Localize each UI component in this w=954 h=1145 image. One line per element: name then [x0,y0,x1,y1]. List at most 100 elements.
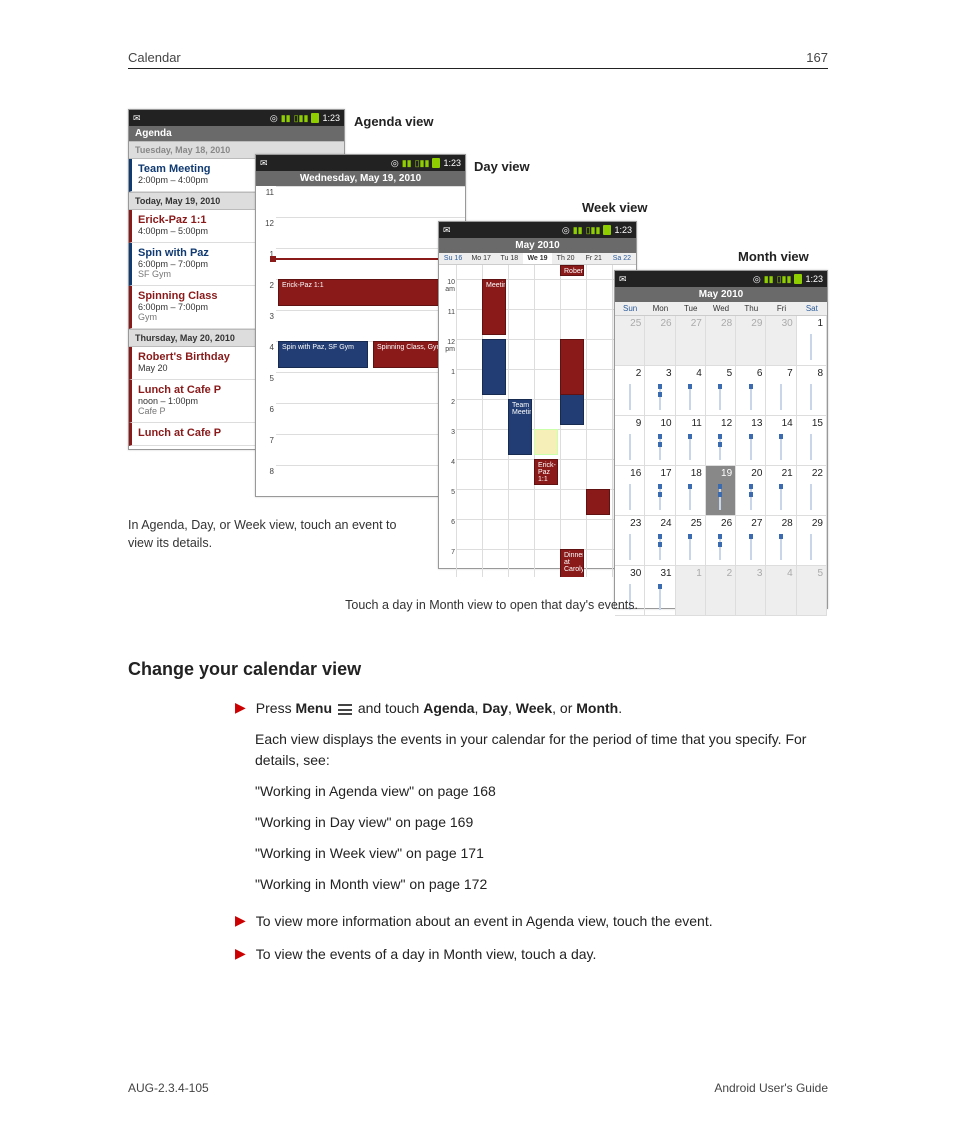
hour-label: 11 [256,188,274,197]
instruction-touch-event: To view more information about an event … [256,911,713,932]
month-cell[interactable]: 7 [766,366,796,416]
hour-label: 3 [256,312,274,321]
mail-icon: ✉ [619,274,627,285]
month-cell[interactable]: 20 [736,466,766,516]
month-day-headers: SunMonTueWedThuFriSat [615,302,827,316]
month-cell[interactable]: 16 [615,466,645,516]
month-cell[interactable]: 14 [766,416,796,466]
bars-icon: ▯▮▮ [777,274,792,285]
month-day-head: Tue [676,302,706,315]
agenda-title: Agenda [129,126,344,141]
bullet-arrow-icon: ▶ [235,911,246,932]
day-event-block[interactable]: Erick-Paz 1:1 [278,279,461,306]
month-cell[interactable]: 28 [766,516,796,566]
hour-label: 11 [439,309,455,316]
month-cell[interactable]: 1 [797,316,827,366]
month-cell: 25 [615,316,645,366]
hour-label: 8 [256,467,274,476]
month-cell[interactable]: 15 [797,416,827,466]
month-cell[interactable]: 10 [645,416,675,466]
footer-doc-title: Android User's Guide [714,1081,828,1095]
month-cell: 28 [706,316,736,366]
link-day: "Working in Day view" on page 169 [255,812,828,833]
section-heading: Change your calendar view [128,659,828,680]
footer-doc-id: AUG-2.3.4-105 [128,1081,209,1095]
hour-label: 5 [439,489,455,496]
hour-label: 3 [439,429,455,436]
week-event-block[interactable]: Team Meeting [508,399,532,455]
week-event-block[interactable] [534,429,558,455]
month-cell[interactable]: 11 [676,416,706,466]
month-cell[interactable]: 3 [645,366,675,416]
mail-icon: ✉ [443,225,451,236]
week-event-block[interactable]: Dinner at Caroly [560,549,584,577]
month-day-head: Wed [706,302,736,315]
hour-label: 12 pm [439,339,455,353]
month-cell: 2 [706,566,736,616]
month-day-head: Sat [797,302,827,315]
month-cell[interactable]: 2 [615,366,645,416]
caption-agenda-day-week: In Agenda, Day, or Week view, touch an e… [128,517,403,552]
link-agenda: "Working in Agenda view" on page 168 [255,781,828,802]
link-week: "Working in Week view" on page 171 [255,843,828,864]
month-cell[interactable]: 17 [645,466,675,516]
month-cell[interactable]: 6 [736,366,766,416]
hour-label: 4 [439,459,455,466]
instruction-touch-day: To view the events of a day in Month vie… [256,944,597,965]
day-event-block[interactable]: Spin with Paz, SF Gym [278,341,368,368]
month-cell: 3 [736,566,766,616]
month-cell[interactable]: 19 [706,466,736,516]
week-allday-event[interactable]: Robert [560,265,584,276]
month-title: May 2010 [615,287,827,302]
status-time: 1:23 [443,158,461,168]
statusbar: ✉ ◎ ▮▮ ▯▮▮ 1:23 [615,271,827,287]
page-footer: AUG-2.3.4-105 Android User's Guide [128,1081,828,1095]
month-cell[interactable]: 12 [706,416,736,466]
link-month: "Working in Month view" on page 172 [255,874,828,895]
statusbar: ✉ ◎ ▮▮ ▯▮▮ 1:23 [439,222,636,238]
label-agenda-view: Agenda view [354,114,433,129]
month-cell[interactable]: 27 [736,516,766,566]
month-cell[interactable]: 13 [736,416,766,466]
gps-icon: ◎ [391,158,399,169]
month-cell[interactable]: 4 [676,366,706,416]
month-cell: 26 [645,316,675,366]
hour-label: 6 [256,405,274,414]
caption-month: Touch a day in Month view to open that d… [278,598,638,612]
gps-icon: ◎ [753,274,761,285]
month-cell[interactable]: 21 [766,466,796,516]
hour-label: 6 [439,519,455,526]
month-cell[interactable]: 29 [797,516,827,566]
bars-icon: ▯▮▮ [294,113,309,124]
week-event-block[interactable] [560,339,584,395]
month-cell[interactable]: 26 [706,516,736,566]
week-event-block[interactable]: Meeting [482,279,506,335]
month-cell: 30 [766,316,796,366]
instruction-paragraph: Each view displays the events in your ca… [255,729,828,771]
month-cell[interactable]: 25 [676,516,706,566]
month-cell[interactable]: 5 [706,366,736,416]
week-event-block[interactable] [482,339,506,395]
month-cell[interactable]: 18 [676,466,706,516]
month-cell[interactable]: 22 [797,466,827,516]
week-screenshot: ✉ ◎ ▮▮ ▯▮▮ 1:23 May 2010 Su 16Mo 17Tu 18… [438,221,637,569]
month-cell[interactable]: 24 [645,516,675,566]
week-title: May 2010 [439,238,636,253]
week-event-block[interactable] [586,489,610,515]
week-event-block[interactable]: Erick-Paz 1:1 [534,459,558,485]
bars-icon: ▯▮▮ [415,158,430,169]
week-day-head: Sa 22 [608,253,636,264]
status-time: 1:23 [805,274,823,284]
month-cell[interactable]: 23 [615,516,645,566]
month-day-head: Mon [645,302,675,315]
statusbar: ✉ ◎ ▮▮ ▯▮▮ 1:23 [129,110,344,126]
month-day-head: Fri [766,302,796,315]
signal-icon: ▮▮ [764,274,774,285]
month-cell[interactable]: 9 [615,416,645,466]
battery-icon [603,225,611,235]
week-day-head: Fr 21 [580,253,608,264]
month-cell[interactable]: 31 [645,566,675,616]
mail-icon: ✉ [260,158,268,169]
month-cell[interactable]: 8 [797,366,827,416]
signal-icon: ▮▮ [281,113,291,124]
